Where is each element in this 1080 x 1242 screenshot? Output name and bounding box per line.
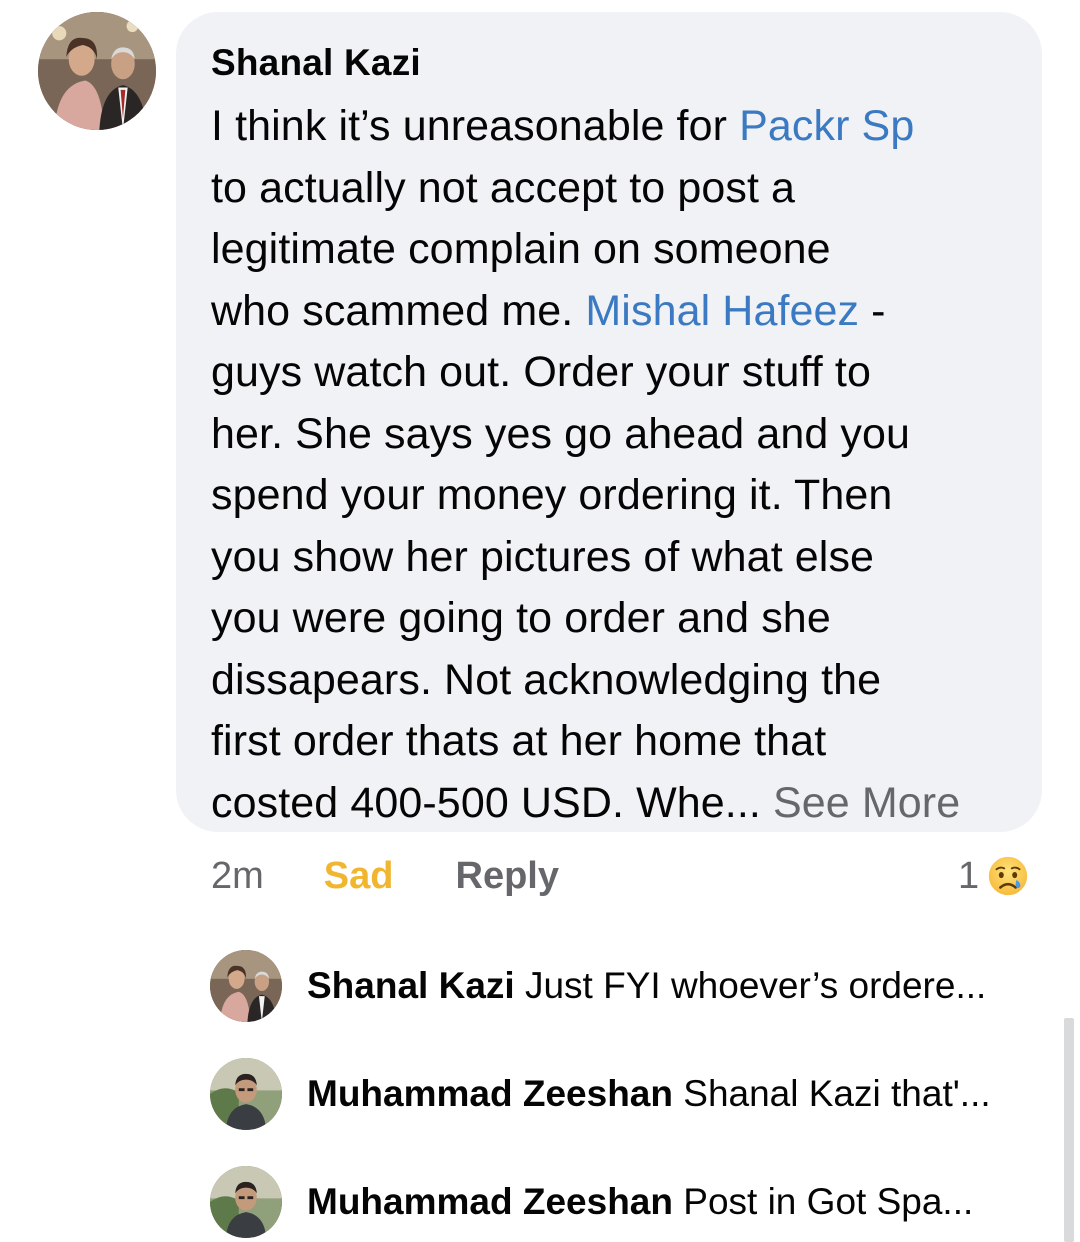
author-avatar[interactable]: [38, 12, 156, 130]
comment-line: her. She says yes go ahead and you: [211, 404, 1012, 466]
scrollbar[interactable]: [1064, 1018, 1074, 1242]
comment-actions: 2m Sad Reply: [211, 850, 559, 902]
comment-text-segment: who scammed me.: [211, 286, 586, 335]
comment-timestamp[interactable]: 2m: [211, 855, 264, 898]
comment-line: costed 400-500 USD. Whe... See More: [211, 773, 1012, 835]
comment-text-segment: legitimate complain on someone: [211, 225, 831, 273]
comment-thread: Shanal Kazi I think it’s unreasonable fo…: [0, 0, 1080, 1242]
reply-avatar[interactable]: [210, 1058, 282, 1130]
reply-author[interactable]: Shanal Kazi: [307, 965, 515, 1006]
reaction-summary[interactable]: 1: [958, 852, 1031, 900]
comment-line: dissapears. Not acknowledging the: [211, 650, 1012, 712]
reply-author[interactable]: Muhammad Zeeshan: [307, 1181, 673, 1222]
reaction-count: 1: [958, 854, 980, 897]
reply-item[interactable]: Shanal Kazi Just FYI whoever’s ordere...: [210, 950, 986, 1022]
comment-text-segment: to actually not accept to post a: [211, 163, 796, 212]
reply-button[interactable]: Reply: [456, 855, 559, 898]
comment-line: you show her pictures of what else: [211, 527, 1012, 589]
reply-text: Muhammad Zeeshan Shanal Kazi that'...: [307, 1072, 991, 1116]
sad-face-icon: [987, 854, 1030, 898]
comment-text-segment: spend your money ordering it. Then: [211, 471, 893, 519]
comment-line: I think it’s unreasonable for Packr Sp: [211, 96, 1012, 158]
sad-reaction-button[interactable]: Sad: [324, 855, 394, 898]
comment-text-segment: you were going to order and she: [211, 594, 831, 642]
comment-text-segment: dissapears. Not acknowledging the: [211, 655, 882, 704]
mention-link[interactable]: Packr Sp: [739, 102, 914, 150]
comment-line: first order thats at her home that: [211, 711, 1012, 773]
see-more-link[interactable]: See More: [773, 779, 960, 827]
reply-item[interactable]: Muhammad Zeeshan Post in Got Spa...: [210, 1166, 973, 1238]
avatar-photo-icon: [38, 12, 156, 130]
reply-text: Shanal Kazi Just FYI whoever’s ordere...: [307, 964, 986, 1008]
comment-line: legitimate complain on someone: [211, 219, 1012, 281]
comment-text-segment: guys watch out. Order your stuff to: [211, 348, 871, 396]
comment-line: guys watch out. Order your stuff to: [211, 342, 1012, 404]
comment-line: spend your money ordering it. Then: [211, 465, 1012, 527]
comment-text-segment: her. She says yes go ahead and you: [211, 409, 911, 458]
comment-line: you were going to order and she: [211, 588, 1012, 650]
reply-snippet: Just FYI whoever’s ordere...: [524, 965, 987, 1006]
comment-text-segment: I think it’s unreasonable for: [211, 102, 740, 150]
comment-line: who scammed me. Mishal Hafeez -: [211, 281, 1012, 343]
mention-link[interactable]: Mishal Hafeez: [585, 287, 859, 335]
comment-body: I think it’s unreasonable for Packr Sp to…: [211, 96, 1012, 834]
reply-snippet: Shanal Kazi that'...: [683, 1073, 991, 1114]
reply-avatar[interactable]: [210, 1166, 282, 1238]
reply-snippet: Post in Got Spa...: [683, 1181, 974, 1222]
comment-text-segment: first order thats at her home that: [211, 717, 827, 765]
comment-bubble: Shanal Kazi I think it’s unreasonable fo…: [176, 12, 1042, 832]
comment-author[interactable]: Shanal Kazi: [211, 40, 1012, 86]
comment-text-segment: -: [859, 286, 886, 335]
reply-text: Muhammad Zeeshan Post in Got Spa...: [307, 1180, 973, 1224]
comment-line: to actually not accept to post a: [211, 158, 1012, 220]
avatar-photo-icon: [210, 950, 282, 1022]
avatar-photo-icon: [210, 1166, 282, 1238]
reply-item[interactable]: Muhammad Zeeshan Shanal Kazi that'...: [210, 1058, 991, 1130]
comment-text-segment: costed 400-500 USD. Whe...: [211, 778, 773, 827]
reply-avatar[interactable]: [210, 950, 282, 1022]
avatar-photo-icon: [210, 1058, 282, 1130]
reply-author[interactable]: Muhammad Zeeshan: [307, 1073, 673, 1114]
comment-text-segment: you show her pictures of what else: [211, 532, 875, 581]
